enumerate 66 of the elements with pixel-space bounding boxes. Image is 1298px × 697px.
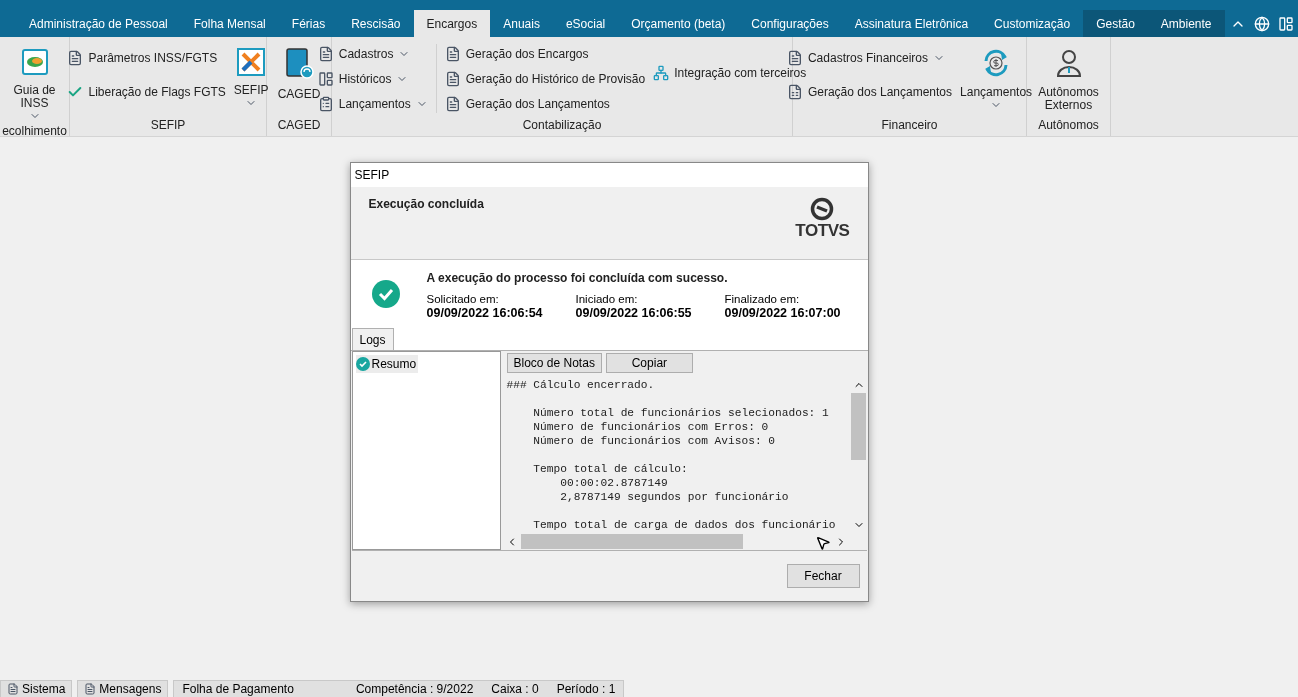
group-label: Financeiro	[880, 117, 939, 134]
panel-icon	[317, 70, 334, 87]
ribbon-tab[interactable]: Assinatura Eletrônica	[841, 10, 982, 37]
ribbon-tab[interactable]: Férias	[278, 10, 339, 37]
ribbon-button[interactable]: Autônomos Externos	[1031, 44, 1106, 112]
book-icon	[284, 48, 314, 80]
stamp-label: Iniciado em:	[575, 292, 639, 306]
ribbon-button[interactable]: Liberação de Flags FGTS	[67, 78, 226, 106]
status-field: Folha de Pagamento	[182, 680, 338, 697]
ribbon-button[interactable]: Parâmetros INSS/FGTS	[67, 44, 226, 72]
ribbon-tab[interactable]: Anuais	[490, 10, 553, 37]
group-label: Contabilização	[521, 117, 603, 134]
group-label: SEFIP	[149, 117, 187, 134]
ribbon-tab[interactable]: Gestão	[1083, 10, 1148, 37]
mouse-cursor-icon	[814, 535, 831, 551]
ribbon-tab[interactable]: Folha Mensal	[180, 10, 279, 37]
globe-icon[interactable]	[1254, 15, 1270, 32]
status-field: Competência : 9/2022	[355, 680, 474, 697]
log-button[interactable]: Bloco de Notas	[506, 353, 602, 373]
ribbon-tab[interactable]: eSocial	[552, 10, 619, 37]
ribbon-tab[interactable]: Rescisão	[338, 10, 414, 37]
status-field: Caixa : 0	[491, 680, 539, 697]
ribbon-tab[interactable]: Administração de Pessoal	[16, 10, 181, 37]
success-message: A execução do processo foi concluída com sucesso.	[426, 269, 729, 287]
ribbon-tab[interactable]: Customização	[981, 10, 1084, 37]
ribbon-button[interactable]: Geração dos Lançamentos	[444, 94, 646, 113]
ribbon-button[interactable]: SEFIP	[233, 44, 269, 109]
card-icon	[20, 48, 49, 76]
stamp-value: 09/09/2022 16:06:54	[426, 305, 544, 320]
tab[interactable]: Logs	[351, 328, 394, 350]
ribbon-button[interactable]: Lançamentos	[960, 44, 1033, 111]
group-label: CAGED	[276, 117, 322, 134]
ribbon-tab[interactable]: Configurações	[738, 10, 842, 37]
stamp-label: Solicitado em:	[426, 292, 500, 306]
ribbon-button[interactable]: Geração dos Encargos	[444, 44, 646, 63]
stamp-value: 09/09/2022 16:07:00	[724, 305, 842, 320]
tree-item[interactable]: Resumo	[355, 355, 419, 373]
status-field: Período : 1	[556, 680, 616, 697]
status-tab[interactable]: Sistema	[0, 680, 73, 697]
close-button[interactable]: Fechar	[786, 564, 860, 588]
stamp-value: 09/09/2022 16:06:55	[575, 305, 693, 320]
x-logo-icon	[237, 48, 266, 76]
ribbon-button[interactable]: Geração do Histórico de Provisão	[444, 69, 646, 88]
document-icon	[67, 50, 84, 66]
dialog-title: SEFIP	[350, 163, 868, 187]
success-check-icon	[371, 280, 400, 308]
stamp-label: Finalizado em:	[724, 292, 801, 306]
document-icon	[444, 70, 461, 87]
document-icon	[444, 45, 461, 62]
group-label: Autônomos	[1037, 117, 1100, 134]
ribbon-tab[interactable]: Ambiente	[1147, 10, 1225, 37]
group-label: ecolhimento	[1, 123, 68, 136]
document-icon	[444, 95, 461, 112]
document-icon	[786, 84, 803, 100]
ribbon-tab[interactable]: Encargos	[413, 10, 491, 37]
nodes-icon	[653, 64, 670, 81]
header-title: Execução concluída	[368, 196, 484, 213]
check-circle-icon	[355, 357, 370, 371]
log-text: ### Cálculo encerrado. Número total de funcionários selecionados: 1 Número de funcionários com Erros: 0 Número de funcionários com Avisos: 0 Tempo total de cálculo: 00:00:02.8787149 2,8787149 segundos por funcionário Tempo total de carga de dados dos funcionário	[505, 378, 837, 533]
ribbon-button[interactable]: Guia de INSS	[4, 44, 65, 122]
ribbon-tab[interactable]: Orçamento (beta)	[618, 10, 739, 37]
document-icon	[317, 45, 334, 62]
totvs-logo: TOTVS	[795, 197, 850, 259]
log-button[interactable]: Copiar	[605, 353, 693, 373]
document-icon	[786, 50, 803, 66]
status-tab[interactable]: Mensagens	[77, 680, 169, 697]
